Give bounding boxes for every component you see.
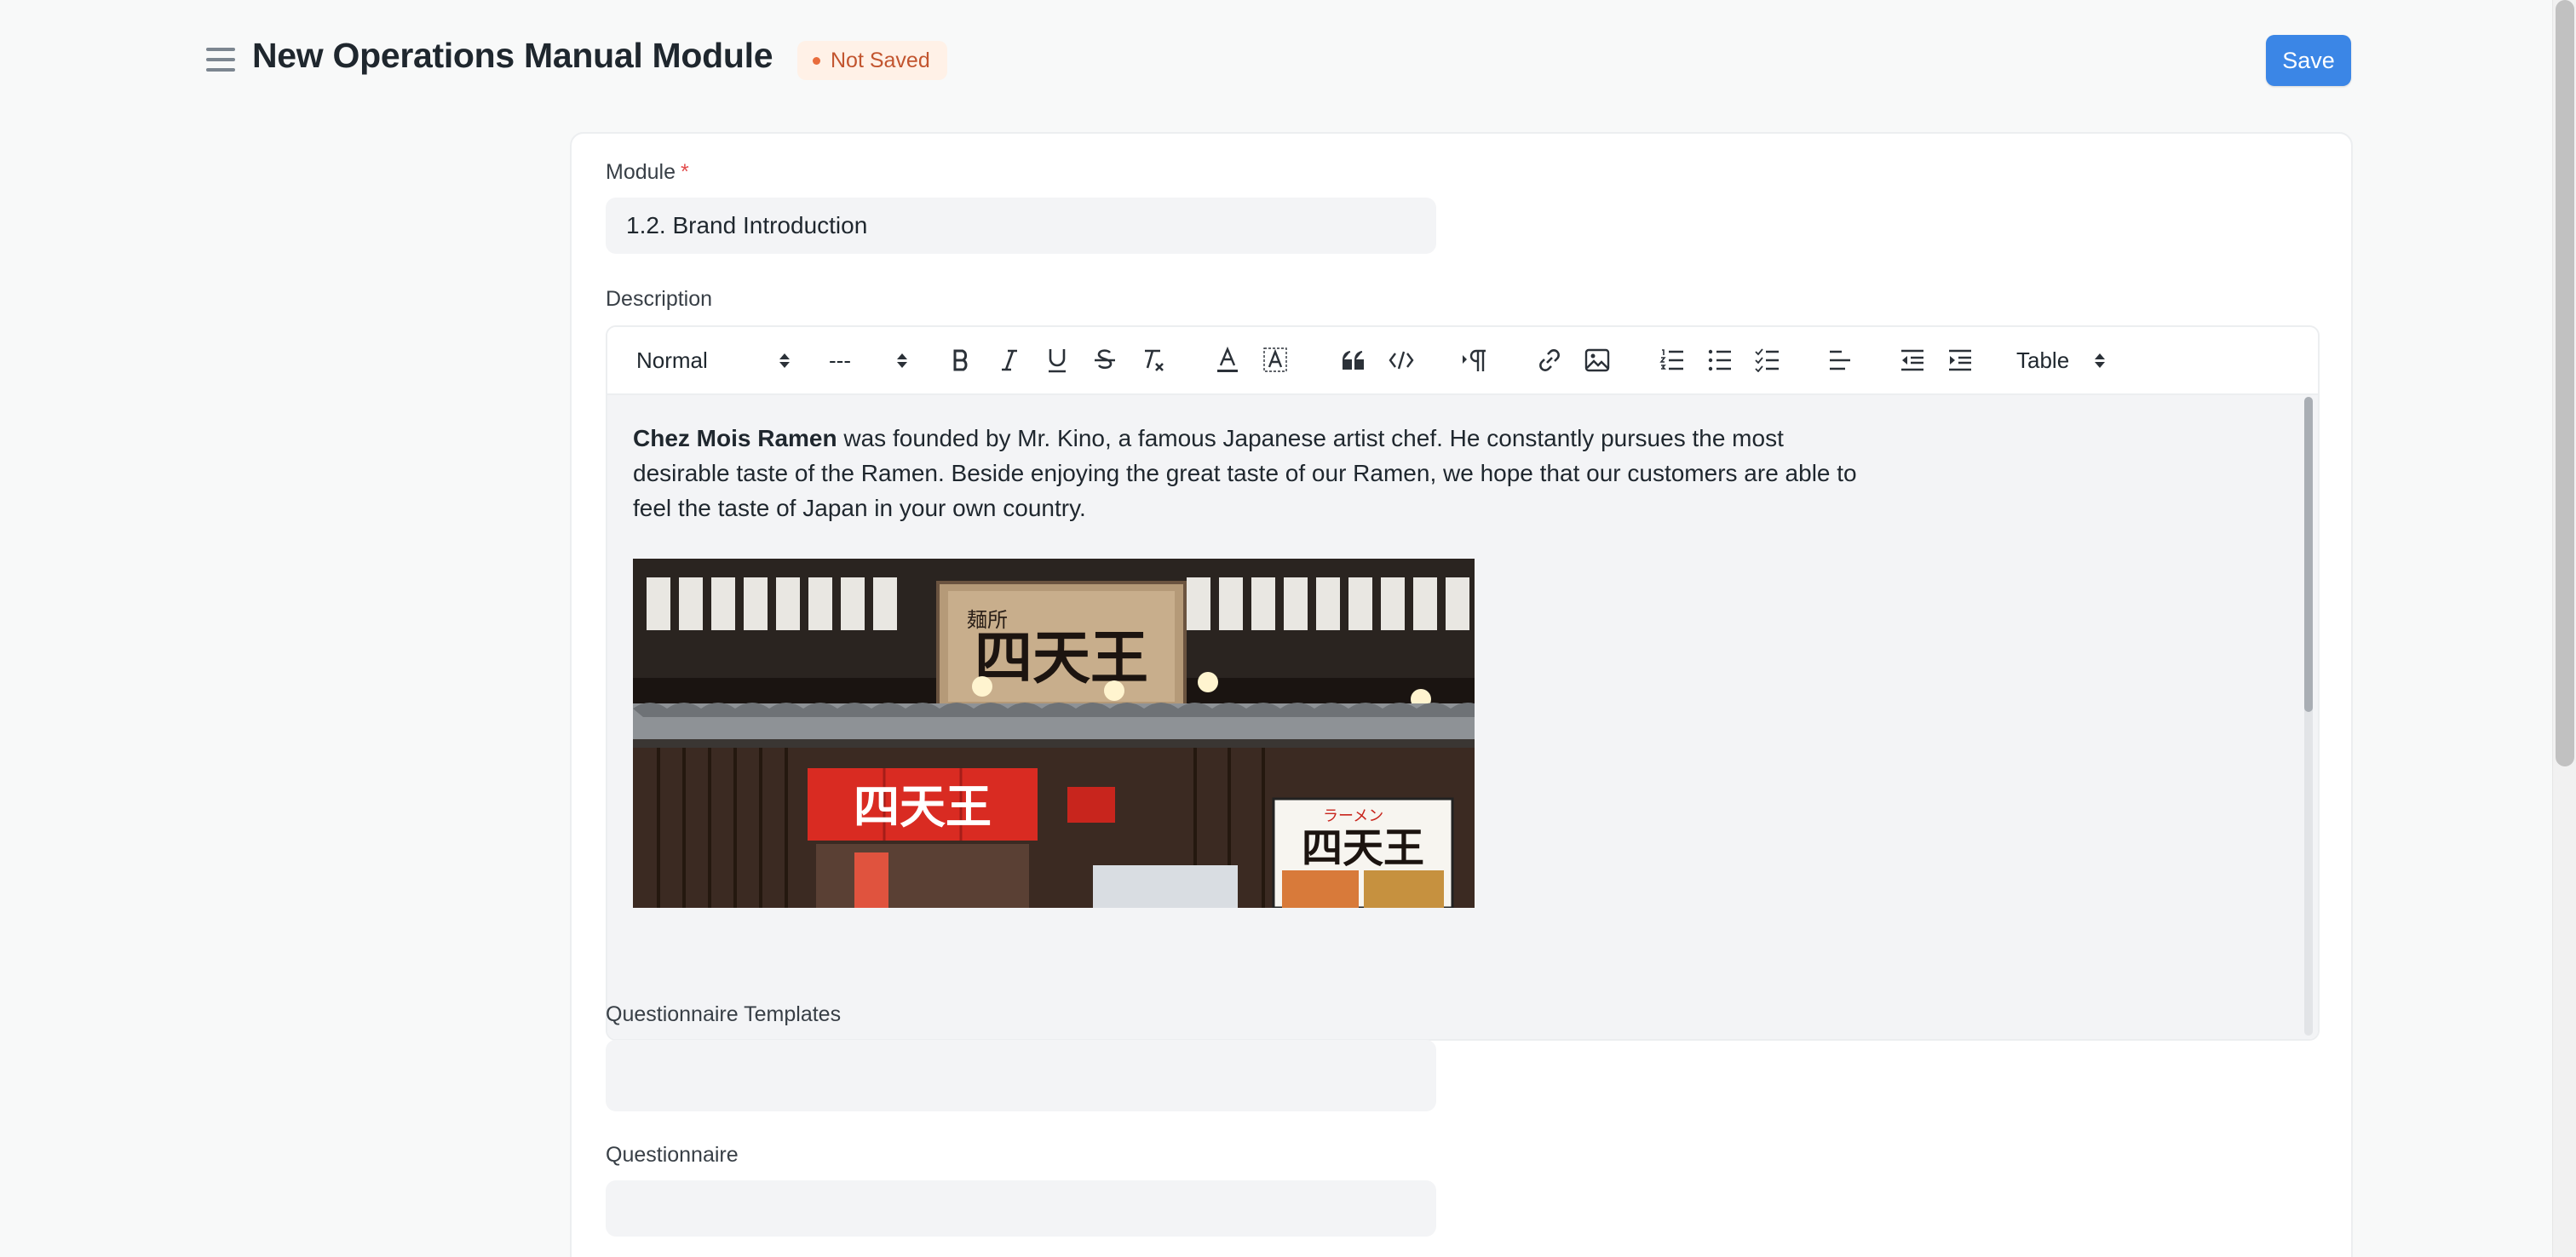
save-button[interactable]: Save — [2266, 35, 2351, 86]
module-label: Module * — [606, 160, 689, 185]
table-select-value: Table — [2016, 347, 2070, 373]
editor-scrollbar[interactable] — [2304, 397, 2313, 1036]
status-dot-icon — [813, 56, 820, 65]
shop-sign-text: 四天王 — [975, 625, 1148, 692]
select-arrows-icon — [897, 353, 907, 368]
italic-icon[interactable] — [989, 327, 1030, 393]
page-title: New Operations Manual Module — [252, 36, 773, 75]
questionnaire-label: Questionnaire — [606, 1143, 739, 1167]
status-badge: Not Saved — [797, 41, 947, 80]
brand-name: Chez Mois Ramen — [633, 425, 837, 451]
sidebar-toggle-icon[interactable] — [206, 48, 235, 72]
status-badge-label: Not Saved — [831, 48, 930, 72]
module-input[interactable] — [606, 198, 1436, 254]
board-main-text: 四天王 — [1302, 824, 1424, 872]
size-select-value: --- — [829, 347, 851, 373]
underline-icon[interactable] — [1037, 327, 1078, 393]
select-arrows-icon — [779, 353, 790, 368]
outdent-icon[interactable] — [1892, 327, 1933, 393]
board-top-text: ラーメン — [1323, 807, 1383, 825]
size-select[interactable]: --- — [829, 327, 907, 393]
questionnaire-templates-input[interactable] — [606, 1040, 1436, 1111]
text-color-icon[interactable] — [1207, 327, 1248, 393]
required-mark: * — [681, 160, 689, 184]
page-scrollbar-thumb[interactable] — [2556, 0, 2574, 766]
bold-icon[interactable] — [941, 327, 982, 393]
editor-content[interactable]: Chez Mois Ramen was founded by Mr. Kino,… — [607, 395, 2318, 1039]
indent-icon[interactable] — [1940, 327, 1981, 393]
background-color-icon[interactable] — [1255, 327, 1296, 393]
align-icon[interactable] — [1820, 327, 1861, 393]
description-label: Description — [606, 287, 713, 311]
strikethrough-icon[interactable] — [1084, 327, 1125, 393]
bullet-list-icon[interactable] — [1699, 327, 1740, 393]
ordered-list-icon[interactable] — [1652, 327, 1693, 393]
curtain-text: 四天王 — [854, 780, 992, 834]
ramen-shop-image: 麺所 四天王 四天王 ラーメン 四天王 — [633, 559, 1475, 908]
code-block-icon[interactable] — [1379, 327, 1423, 393]
questionnaire-input[interactable] — [606, 1180, 1436, 1237]
check-list-icon[interactable] — [1747, 327, 1788, 393]
form-card: Module* Description Normal --- — [570, 132, 2353, 1257]
heading-select[interactable]: Normal — [636, 327, 790, 393]
table-select[interactable]: Table — [2016, 327, 2105, 393]
select-arrows-icon — [2095, 353, 2105, 368]
heading-select-value: Normal — [636, 347, 708, 373]
page-scrollbar[interactable] — [2552, 0, 2576, 1257]
blockquote-icon[interactable] — [1333, 327, 1374, 393]
questionnaire-templates-label: Questionnaire Templates — [606, 1002, 842, 1026]
clear-format-icon[interactable] — [1132, 327, 1176, 393]
editor-toolbar: Normal --- Table — [607, 327, 2318, 395]
editor-scrollbar-thumb[interactable] — [2304, 397, 2313, 712]
image-icon[interactable] — [1575, 327, 1619, 393]
text-direction-icon[interactable] — [1454, 327, 1495, 393]
module-label-text: Module — [606, 160, 676, 184]
description-editor[interactable]: Normal --- Table Chez Mois Ramen was fou… — [606, 325, 2320, 1041]
page-header: New Operations Manual Module Not Saved S… — [0, 0, 2552, 119]
link-icon[interactable] — [1529, 327, 1570, 393]
editor-paragraph: Chez Mois Ramen was founded by Mr. Kino,… — [633, 421, 1860, 525]
